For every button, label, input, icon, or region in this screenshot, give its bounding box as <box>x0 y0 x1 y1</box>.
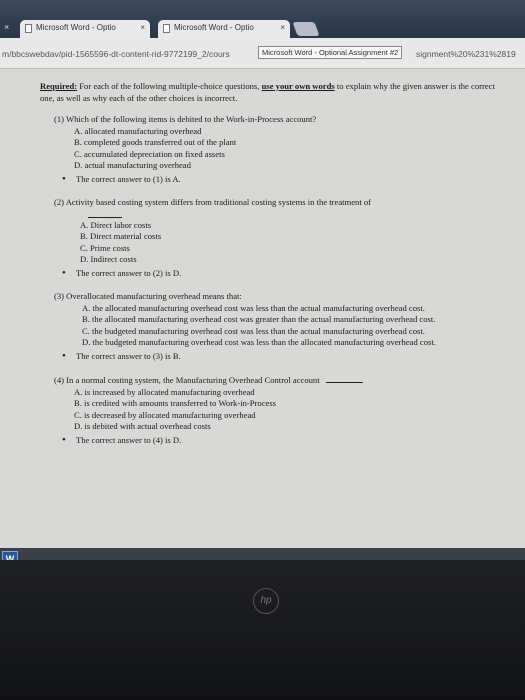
hp-logo: hp <box>253 588 279 614</box>
new-tab-button[interactable] <box>292 22 320 36</box>
question-2: (2) Activity based costing system differ… <box>54 197 510 279</box>
tab-word-1[interactable]: Microsoft Word - Optio × <box>20 20 150 38</box>
monitor-bezel <box>0 560 525 700</box>
question-3: (3) Overallocated manufacturing overhead… <box>54 291 510 362</box>
option: D. actual manufacturing overhead <box>74 160 191 170</box>
answer-blank <box>88 211 122 218</box>
question-1: (1) Which of the following items is debi… <box>54 114 510 185</box>
browser-tab-bar: × Microsoft Word - Optio × Microsoft Wor… <box>0 0 525 38</box>
document-icon <box>163 24 170 33</box>
option: A. the allocated manufacturing overhead … <box>82 302 425 313</box>
url-text-tail[interactable]: signment%20%231%2819 <box>416 49 516 59</box>
option: B. the allocated manufacturing overhead … <box>82 314 436 324</box>
url-text[interactable]: m/bbcswebdav/pid-1565596-dt-content-rid-… <box>2 49 230 59</box>
question-4: (4) In a normal costing system, the Manu… <box>54 374 510 446</box>
emphasis-text: use your own words <box>261 81 335 91</box>
required-label: Required: <box>40 81 78 91</box>
tab-tooltip: Microsoft Word - Optional Assignment #2 <box>258 46 403 59</box>
close-icon[interactable]: × <box>280 23 285 32</box>
option: A. allocated manufacturing overhead <box>74 125 202 136</box>
taskbar <box>0 548 525 560</box>
answer: The correct answer to (1) is A. <box>62 174 510 186</box>
question-text: (1) Which of the following items is debi… <box>54 114 317 124</box>
document-icon <box>25 24 32 33</box>
close-tab-icon[interactable]: × <box>4 22 9 32</box>
answer: The correct answer to (3) is B. <box>62 351 510 363</box>
instructions: Required: For each of the following mult… <box>40 81 495 103</box>
question-text: (4) In a normal costing system, the Manu… <box>54 374 364 385</box>
option: A. is increased by allocated manufacturi… <box>74 386 255 397</box>
option: B. is credited with amounts transferred … <box>74 398 277 408</box>
tab-label: Microsoft Word - Optio <box>36 23 116 32</box>
option: C. Prime costs <box>80 242 130 253</box>
option: C. the budgeted manufacturing overhead c… <box>82 325 425 336</box>
tab-label: Microsoft Word - Optio <box>174 23 254 32</box>
answer: The correct answer to (2) is D. <box>62 268 510 280</box>
option: D. Indirect costs <box>80 254 137 264</box>
tab-word-2[interactable]: Microsoft Word - Optio × <box>158 20 290 38</box>
question-text: (2) Activity based costing system differ… <box>54 197 372 207</box>
screen: × Microsoft Word - Optio × Microsoft Wor… <box>0 0 525 560</box>
option: A. Direct labor costs <box>80 219 152 230</box>
option: B. completed goods transferred out of th… <box>74 137 237 147</box>
document-viewer: Required: For each of the following mult… <box>0 69 525 548</box>
option: B. Direct material costs <box>80 231 162 241</box>
document-content: Required: For each of the following mult… <box>40 81 510 458</box>
option: D. the budgeted manufacturing overhead c… <box>82 337 436 347</box>
answer-blank <box>325 374 362 383</box>
close-icon[interactable]: × <box>140 23 145 32</box>
question-text: (3) Overallocated manufacturing overhead… <box>54 291 242 301</box>
option: C. is decreased by allocated manufacturi… <box>74 409 256 420</box>
option: C. accumulated depreciation on fixed ass… <box>74 148 225 159</box>
answer: The correct answer to (4) is D. <box>62 435 510 447</box>
option: D. is debited with actual overhead costs <box>74 421 211 431</box>
